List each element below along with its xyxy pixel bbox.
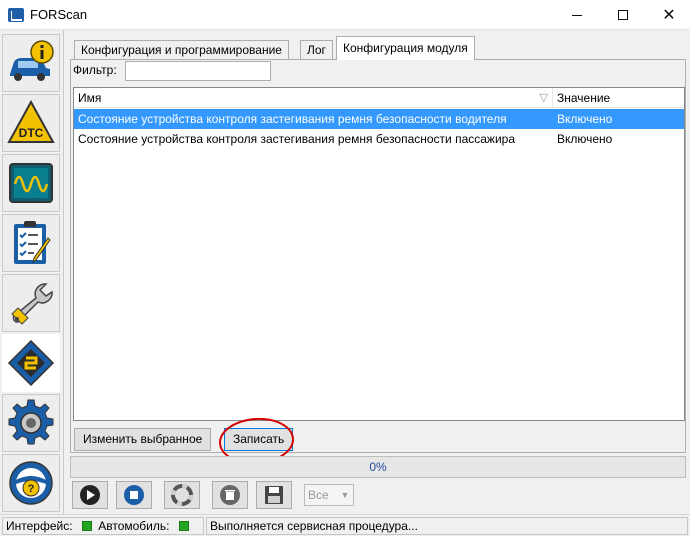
list-header: Имя ▽ Значение	[74, 88, 684, 108]
column-name-label: Имя	[78, 91, 102, 105]
row-value-cell: Включено	[557, 112, 613, 126]
progress-bar: 0%	[70, 456, 686, 478]
help-procedure-button[interactable]	[164, 481, 200, 509]
wrench-icon	[11, 283, 53, 325]
help-wheel-icon: ?	[9, 461, 53, 505]
close-icon: ✕	[662, 7, 676, 24]
lifebuoy-icon	[171, 484, 193, 506]
vehicle-label: Автомобиль:	[98, 519, 170, 533]
connection-status: Интерфейс: Автомобиль:	[2, 517, 204, 535]
interface-status-led	[81, 521, 92, 531]
start-button[interactable]	[72, 481, 108, 509]
sidebar-item-dtc[interactable]: DTC	[2, 94, 60, 152]
sort-arrow-icon: ▽	[539, 92, 548, 104]
window-title: FORScan	[30, 7, 88, 22]
filter-label: Фильтр:	[73, 63, 117, 77]
delete-button[interactable]	[212, 481, 248, 509]
help-icon-label: ?	[28, 483, 35, 495]
sidebar-item-tests[interactable]	[2, 214, 60, 272]
column-header-value[interactable]: Значение	[553, 88, 684, 108]
tab-configuration-programming[interactable]: Конфигурация и программирование	[74, 40, 289, 60]
car-info-icon	[10, 40, 54, 81]
vehicle-status-led	[178, 521, 189, 531]
oscilloscope-icon	[9, 163, 53, 203]
maximize-icon	[618, 10, 628, 20]
maximize-button[interactable]	[600, 0, 646, 30]
sidebar-item-oscilloscope[interactable]	[2, 154, 60, 212]
tab-log[interactable]: Лог	[300, 40, 333, 60]
save-icon	[265, 486, 283, 504]
row-value-cell: Включено	[557, 132, 613, 146]
chip-icon	[7, 339, 55, 387]
minimize-icon	[572, 14, 582, 16]
save-log-button[interactable]	[256, 481, 292, 509]
delete-icon	[220, 485, 240, 505]
column-value-label: Значение	[557, 91, 611, 105]
row-name-cell: Состояние устройства контроля застегиван…	[78, 112, 507, 126]
stop-button[interactable]	[116, 481, 152, 509]
table-row[interactable]: Состояние устройства контроля застегиван…	[74, 109, 684, 129]
chevron-down-icon: ▼	[340, 490, 350, 500]
gear-icon	[8, 399, 54, 445]
filter-combo[interactable]: Все ▼	[304, 484, 354, 506]
sidebar-item-vehicle-info[interactable]	[2, 34, 60, 92]
minimize-button[interactable]	[554, 0, 600, 30]
dtc-icon: DTC	[7, 99, 55, 143]
status-message: Выполняется сервисная процедура...	[206, 517, 688, 535]
title-bar: FORScan ✕	[0, 0, 690, 30]
column-header-name[interactable]: Имя ▽	[74, 88, 553, 108]
checklist-icon	[14, 221, 51, 264]
module-configuration-panel: Фильтр: Имя ▽ Значение Состояние устройс…	[70, 59, 686, 453]
stop-icon	[124, 485, 144, 505]
interface-label: Интерфейс:	[6, 519, 73, 533]
sidebar-item-help[interactable]: ?	[2, 454, 60, 512]
sidebar-item-service[interactable]	[2, 274, 60, 332]
tab-module-configuration[interactable]: Конфигурация модуля	[336, 36, 475, 60]
sidebar-item-settings[interactable]	[2, 394, 60, 452]
write-button[interactable]: Записать	[224, 428, 294, 451]
filter-combo-value: Все	[308, 488, 329, 502]
dtc-icon-label: DTC	[19, 126, 44, 140]
status-bar: Интерфейс: Автомобиль: Выполняется серви…	[0, 514, 690, 536]
row-name-cell: Состояние устройства контроля застегиван…	[78, 132, 516, 146]
parameters-list[interactable]: Имя ▽ Значение Состояние устройства конт…	[73, 87, 685, 421]
app-logo-icon	[8, 8, 24, 22]
play-icon	[80, 485, 100, 505]
close-button[interactable]: ✕	[646, 0, 690, 30]
edit-selected-button[interactable]: Изменить выбранное	[74, 428, 212, 451]
filter-input[interactable]	[125, 61, 271, 81]
table-row[interactable]: Состояние устройства контроля застегиван…	[74, 129, 684, 149]
sidebar-item-configuration[interactable]	[2, 334, 60, 392]
sidebar: DTC ?	[0, 30, 64, 514]
progress-text: 0%	[369, 460, 387, 474]
